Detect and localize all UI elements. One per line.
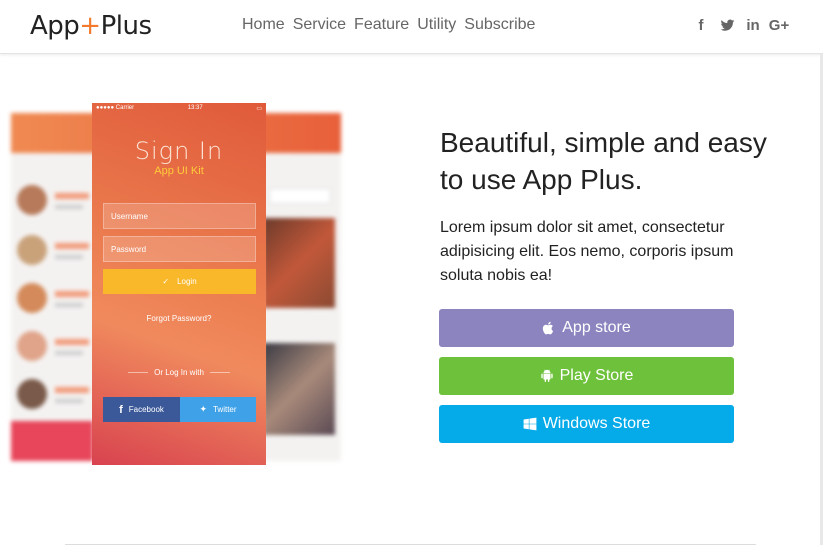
main-nav: Home Service Feature Utility Subscribe xyxy=(242,16,535,34)
or-login-label: Or Log In with xyxy=(92,368,266,377)
windows-icon xyxy=(523,417,537,431)
nav-feature[interactable]: Feature xyxy=(354,16,409,34)
nav-subscribe[interactable]: Subscribe xyxy=(464,16,535,34)
windows-store-button[interactable]: Windows Store xyxy=(439,405,734,443)
status-carrier: ●●●●● Carrier xyxy=(96,105,135,111)
username-field: Username xyxy=(103,203,256,229)
twitter-icon[interactable] xyxy=(719,16,735,34)
status-time: 13:37 xyxy=(187,105,203,111)
nav-service[interactable]: Service xyxy=(293,16,346,34)
social-links: f in G+ xyxy=(693,16,790,34)
signin-subtitle: App UI Kit xyxy=(154,165,204,177)
app-store-button[interactable]: App store xyxy=(439,309,734,347)
google-plus-icon[interactable]: G+ xyxy=(769,16,789,34)
battery-icon: ▭ xyxy=(256,106,262,112)
play-store-label: Play Store xyxy=(559,367,634,384)
login-label: Login xyxy=(177,277,197,286)
brand-name-left: App xyxy=(30,11,80,41)
nav-utility[interactable]: Utility xyxy=(417,16,456,34)
facebook-icon[interactable]: f xyxy=(693,16,709,34)
app-store-label: App store xyxy=(562,319,631,336)
twitter-icon: ✦ xyxy=(199,404,207,414)
apple-icon xyxy=(543,321,554,335)
facebook-label: Facebook xyxy=(128,405,164,414)
phone-status-bar: ●●●●● Carrier 13:37 ▭ xyxy=(92,103,266,115)
forgot-password-link: Forgot Password? xyxy=(146,314,212,323)
hero-headline: Beautiful, simple and easy to use App Pl… xyxy=(440,127,767,195)
password-field: Password xyxy=(103,236,256,262)
hero-lead-text: Lorem ipsum dolor sit amet, consectetur … xyxy=(440,219,734,284)
signin-title: Sign In xyxy=(134,137,224,165)
android-icon xyxy=(540,369,553,382)
play-store-button[interactable]: Play Store xyxy=(439,357,734,395)
facebook-icon: f xyxy=(119,403,123,416)
phone-mockup: ●●●●● Carrier 13:37 ▭ Sign In App UI Kit… xyxy=(11,103,343,465)
check-icon: ✓ xyxy=(162,277,170,286)
signin-phone-screen: ●●●●● Carrier 13:37 ▭ Sign In App UI Kit… xyxy=(92,103,266,465)
facebook-login-button: f Facebook xyxy=(103,397,180,422)
site-header: App+Plus Home Service Feature Utility Su… xyxy=(0,0,823,54)
nav-home[interactable]: Home xyxy=(242,16,285,34)
windows-store-label: Windows Store xyxy=(542,415,651,432)
linkedin-icon[interactable]: in xyxy=(745,16,761,34)
twitter-label: Twitter xyxy=(212,405,237,414)
twitter-login-button: ✦ Twitter xyxy=(180,397,256,422)
brand-logo[interactable]: App+Plus xyxy=(30,11,152,41)
brand-name-right: Plus xyxy=(100,11,152,41)
login-button: ✓ Login xyxy=(103,269,256,294)
brand-plus: + xyxy=(79,11,101,41)
